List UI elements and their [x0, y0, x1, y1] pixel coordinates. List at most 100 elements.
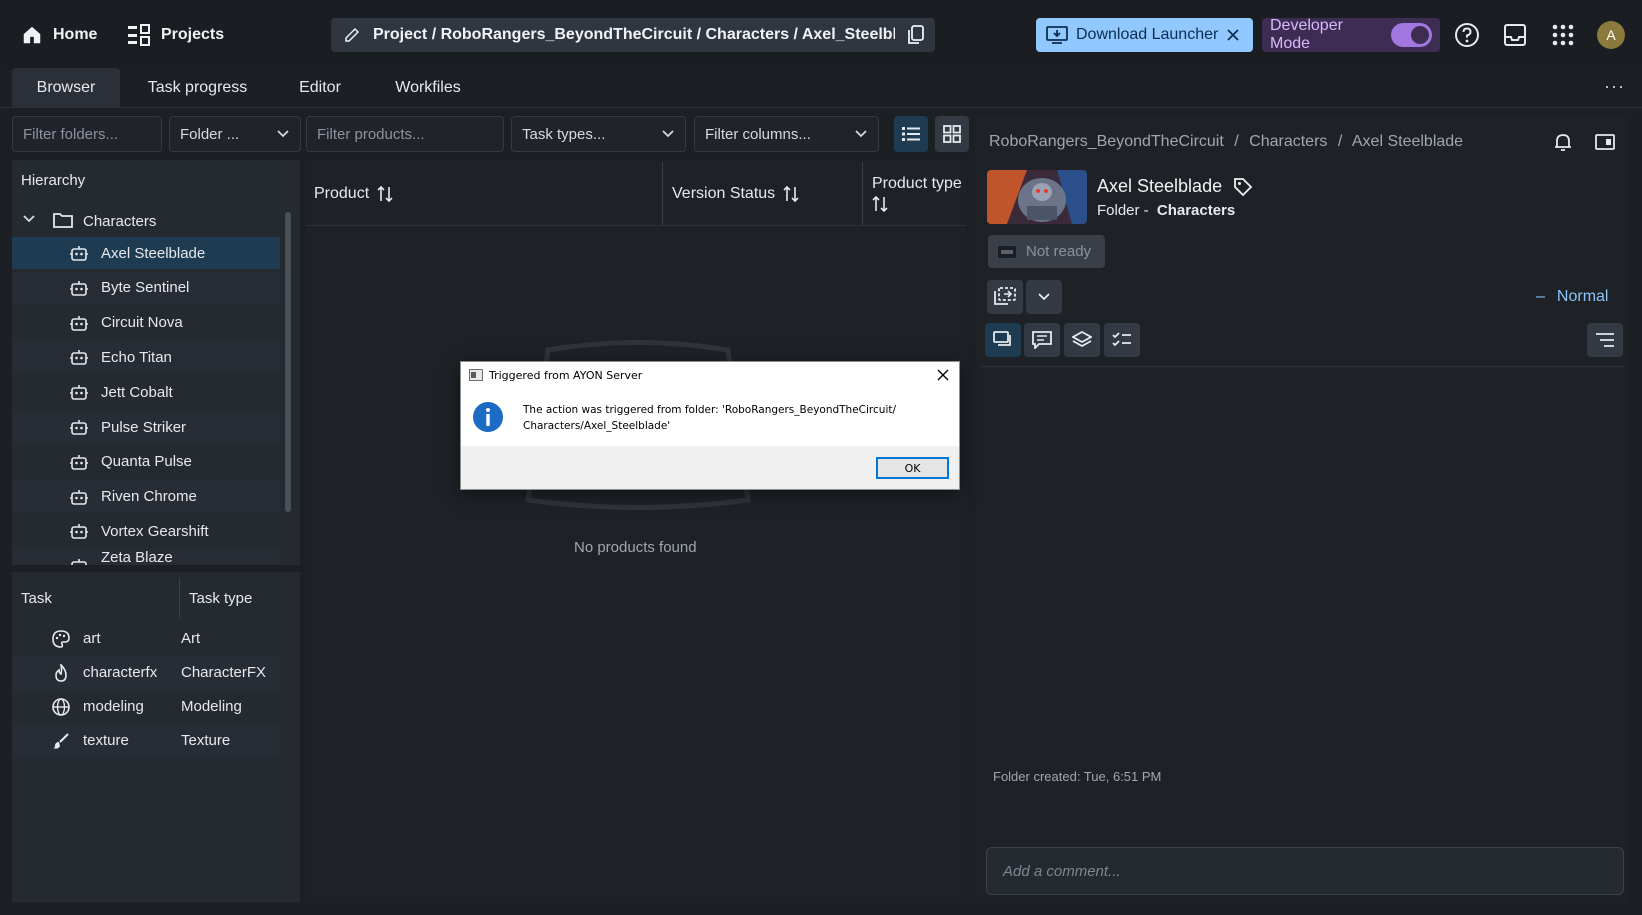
tree-item-label: Pulse Striker [101, 418, 187, 436]
tab-workfiles[interactable]: Workfiles [388, 68, 468, 108]
filter-folders-input[interactable]: Filter folders... [12, 116, 162, 152]
brush-icon [52, 732, 70, 750]
sort-icon[interactable] [377, 185, 393, 203]
inbox-icon[interactable] [1502, 22, 1528, 48]
activity-feed-tab[interactable] [985, 323, 1021, 357]
tab-editor[interactable]: Editor [290, 68, 350, 108]
bell-icon[interactable] [1553, 132, 1573, 152]
projects-button[interactable]: Projects [127, 18, 224, 52]
apps-grid-icon[interactable] [1550, 22, 1576, 48]
tab-task-progress[interactable]: Task progress [140, 68, 255, 108]
tree-item[interactable]: Zeta Blaze [12, 550, 280, 565]
tree-item[interactable]: Vortex Gearshift [12, 515, 280, 547]
entity-title-text: Axel Steelblade [1097, 176, 1223, 196]
comment-placeholder: Add a comment... [1003, 862, 1121, 880]
details-breadcrumb-folder[interactable]: Characters [1249, 133, 1327, 150]
toggle-switch[interactable] [1391, 23, 1432, 47]
filter-columns-value: Filter columns... [705, 125, 811, 143]
chevron-down-icon [661, 129, 675, 139]
product-type-column-header[interactable]: Product type [872, 162, 962, 226]
priority-dash-icon: – [1536, 288, 1545, 305]
robot-icon [70, 488, 88, 506]
comment-input[interactable]: Add a comment... [986, 847, 1624, 895]
projects-label: Projects [161, 26, 225, 43]
tree-item[interactable]: Circuit Nova [12, 307, 280, 339]
tree-item[interactable]: Quanta Pulse [12, 446, 280, 478]
tag-icon[interactable] [1233, 177, 1253, 197]
help-icon[interactable] [1454, 22, 1480, 48]
dialog-titlebar[interactable]: Triggered from AYON Server [461, 362, 959, 388]
task-types-select[interactable]: Task types... [511, 116, 686, 152]
task-column-header[interactable]: Task [21, 578, 52, 618]
dialog-close-button[interactable] [933, 365, 953, 385]
filter-columns-select[interactable]: Filter columns... [694, 116, 879, 152]
breadcrumb[interactable]: Project / RoboRangers_BeyondTheCircuit /… [331, 18, 935, 52]
main-tabs: Browser Task progress Editor Workfiles ·… [0, 68, 1642, 108]
details-breadcrumb-project[interactable]: RoboRangers_BeyondTheCircuit [989, 133, 1224, 150]
grid-view-button[interactable] [935, 116, 969, 152]
versions-tab[interactable] [1064, 323, 1100, 357]
task-type-column-header[interactable]: Task type [189, 578, 252, 618]
developer-mode-label: Developer Mode [1270, 17, 1343, 52]
tree-item[interactable]: Pulse Striker [12, 411, 280, 443]
tree-item[interactable]: Axel Steelblade [12, 237, 280, 269]
version-status-column-label: Version Status [672, 185, 776, 202]
edit-icon[interactable] [343, 26, 361, 44]
robot-icon [70, 244, 88, 262]
status-icon [998, 245, 1016, 258]
task-row[interactable]: modeling Modeling [12, 690, 280, 724]
task-row[interactable]: characterfx CharacterFX [12, 656, 280, 690]
sort-icon[interactable] [783, 185, 799, 203]
tree-root-characters[interactable]: Characters [12, 205, 280, 237]
tree-item[interactable]: Riven Chrome [12, 480, 280, 513]
tree-item[interactable]: Jett Cobalt [12, 376, 280, 408]
comments-tab[interactable] [1024, 323, 1060, 357]
sort-icon[interactable] [872, 195, 888, 213]
entity-thumbnail[interactable] [987, 170, 1087, 224]
chevron-down-icon[interactable] [22, 214, 36, 224]
filter-lines-icon [1595, 332, 1615, 348]
folder-type-select[interactable]: Folder ... [169, 116, 301, 152]
dialog-message: The action was triggered from folder: 'R… [523, 404, 897, 432]
tree-item-label: Axel Steelblade [101, 244, 206, 262]
copy-icon[interactable] [907, 25, 925, 45]
more-options-icon[interactable]: ··· [1604, 76, 1625, 97]
entity-subtitle: Folder - Characters [1097, 202, 1235, 219]
entity-title: Axel Steelblade [1097, 176, 1253, 197]
product-type-column-label: Product type [872, 175, 962, 192]
tree-item-label: Riven Chrome [101, 488, 197, 506]
dialog-body: The action was triggered from folder: 'R… [461, 388, 959, 446]
list-view-button[interactable] [894, 116, 928, 152]
tree-item[interactable]: Echo Titan [12, 341, 280, 374]
filter-feed-button[interactable] [1587, 323, 1623, 357]
launch-action-button[interactable] [987, 280, 1023, 314]
actions-dropdown-button[interactable] [1026, 280, 1062, 314]
robot-icon [70, 418, 88, 436]
robot-icon [70, 314, 88, 332]
avatar[interactable]: A [1597, 21, 1625, 49]
hierarchy-scrollbar[interactable] [285, 212, 291, 512]
robot-icon [70, 522, 88, 540]
ok-button[interactable]: OK [876, 457, 949, 479]
priority-indicator[interactable]: – Normal [1536, 288, 1608, 306]
tree-item-label: Jett Cobalt [101, 383, 173, 401]
task-row[interactable]: texture Texture [12, 724, 280, 758]
version-status-column-header[interactable]: Version Status [672, 162, 799, 226]
status-badge[interactable]: Not ready [988, 235, 1105, 268]
developer-mode-toggle[interactable]: Developer Mode [1262, 17, 1440, 52]
download-launcher-button[interactable]: Download Launcher [1036, 18, 1253, 52]
launch-icon [994, 287, 1016, 307]
tree-item[interactable]: Byte Sentinel [12, 271, 280, 304]
tree-item-label: Byte Sentinel [101, 279, 190, 297]
home-button[interactable]: Home [21, 18, 97, 52]
robot-icon [70, 279, 88, 297]
robot-icon [70, 383, 88, 401]
checklist-tab[interactable] [1104, 323, 1140, 357]
close-icon[interactable] [1226, 28, 1240, 42]
filter-products-input[interactable]: Filter products... [306, 116, 504, 152]
product-column-header[interactable]: Product [314, 162, 393, 226]
task-row[interactable]: art Art [12, 622, 280, 656]
details-breadcrumb-entity[interactable]: Axel Steelblade [1352, 133, 1463, 150]
tab-browser[interactable]: Browser [12, 68, 120, 108]
panel-toggle-icon[interactable] [1595, 133, 1615, 151]
